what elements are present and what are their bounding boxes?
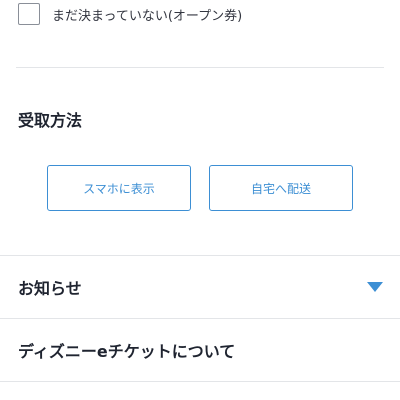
show-on-smartphone-button[interactable]: スマホに表示 — [47, 165, 191, 211]
receive-method-heading: 受取方法 — [18, 111, 83, 130]
accordion-notice-title: お知らせ — [18, 279, 82, 298]
home-delivery-button[interactable]: 自宅へ配送 — [209, 165, 353, 211]
divider — [16, 67, 384, 68]
accordion-e-ticket-info[interactable]: ディズニーeチケットについて — [0, 319, 400, 381]
open-ticket-option[interactable]: まだ決まっていない(オープン券) — [18, 3, 242, 25]
accordion-e-ticket-title: ディズニーeチケットについて — [18, 342, 236, 361]
accordion-notice[interactable]: お知らせ — [0, 256, 400, 318]
divider — [0, 381, 400, 382]
open-ticket-checkbox[interactable] — [18, 3, 40, 25]
triangle-down-icon[interactable] — [367, 282, 383, 292]
open-ticket-label: まだ決まっていない(オープン券) — [52, 8, 243, 24]
